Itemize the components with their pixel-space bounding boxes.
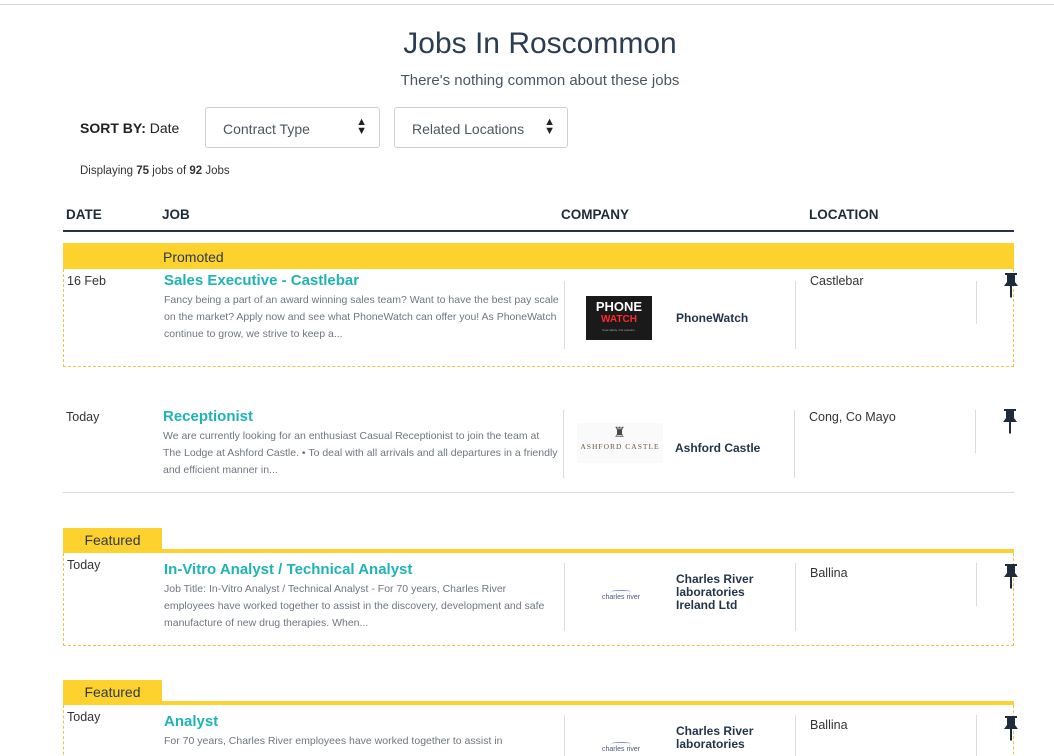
wave-mark-icon — [611, 590, 631, 593]
pin-icon[interactable] — [1002, 563, 1020, 589]
column-divider — [564, 563, 565, 631]
select-arrows-icon: ▲ ▼ — [356, 116, 367, 137]
job-description: We are currently looking for an enthusia… — [163, 430, 558, 476]
page-title: Jobs In Roscommon — [403, 27, 677, 60]
pin-icon[interactable] — [1002, 272, 1020, 298]
job-date: 16 Feb — [67, 274, 106, 288]
job-title-link[interactable]: Analyst — [164, 713, 218, 730]
promoted-label: Promoted — [163, 249, 224, 265]
top-divider — [0, 4, 1054, 5]
column-divider — [976, 715, 977, 756]
company-name[interactable]: Charles River laboratories Ireland Ltd — [676, 573, 786, 612]
job-row[interactable]: 16 Feb Sales Executive - Castlebar Fancy… — [63, 269, 1018, 367]
job-date: Today — [67, 558, 101, 572]
job-row[interactable]: Today Analyst For 70 years, Charles Rive… — [63, 705, 1018, 756]
contract-type-label: Contract Type — [223, 121, 310, 137]
column-divider — [976, 563, 977, 606]
results-count: Displaying 75 jobs of 92 Jobs — [80, 165, 230, 177]
job-title-link[interactable]: Sales Executive - Castlebar — [164, 272, 359, 289]
column-divider — [564, 715, 565, 756]
sort-by[interactable]: SORT BY: Date — [80, 120, 179, 136]
column-divider — [794, 410, 795, 478]
column-divider — [563, 410, 564, 478]
company-name[interactable]: PhoneWatch — [676, 312, 786, 325]
pin-icon[interactable] — [1002, 715, 1020, 741]
header-location[interactable]: LOCATION — [809, 207, 879, 222]
job-description: Job Title: In-Vitro Analyst / Technical … — [164, 583, 545, 629]
promoted-banner: Promoted — [63, 243, 1014, 269]
sort-by-value[interactable]: Date — [150, 120, 180, 136]
table-header: DATE JOB COMPANY LOCATION — [63, 205, 1014, 232]
related-locations-label: Related Locations — [412, 121, 525, 137]
featured-badge: Featured — [63, 528, 162, 550]
job-location: Ballina — [810, 718, 848, 732]
job-location: Cong, Co Mayo — [809, 410, 896, 424]
job-row[interactable]: Today Receptionist We are currently look… — [63, 405, 1017, 493]
column-divider — [795, 281, 796, 349]
company-name[interactable]: Ashford Castle — [675, 442, 785, 455]
castle-crest-icon: ♜ — [613, 426, 627, 441]
job-title-link[interactable]: In-Vitro Analyst / Technical Analyst — [164, 561, 412, 578]
contract-type-select[interactable]: Contract Type ▲ ▼ — [205, 107, 380, 148]
column-divider — [795, 715, 796, 756]
page-subtitle: There's nothing common about these jobs — [400, 72, 680, 89]
job-location: Ballina — [810, 566, 848, 580]
header-company[interactable]: COMPANY — [561, 207, 629, 222]
sort-by-label: SORT BY: — [80, 120, 146, 136]
job-date: Today — [66, 410, 100, 424]
column-divider — [975, 410, 976, 453]
company-name[interactable]: Charles River laboratories — [676, 725, 786, 751]
column-divider — [795, 563, 796, 631]
job-date: Today — [67, 710, 101, 724]
job-description: For 70 years, Charles River employees ha… — [164, 735, 503, 747]
header-job[interactable]: JOB — [162, 207, 190, 222]
wave-mark-icon — [611, 742, 631, 745]
header-date[interactable]: DATE — [66, 207, 102, 222]
company-logo[interactable]: charles river — [586, 727, 656, 756]
pin-icon[interactable] — [1001, 408, 1019, 434]
company-logo[interactable]: PHONE WATCH Feel safety. Our passion. — [586, 296, 652, 340]
select-arrows-icon: ▲ ▼ — [544, 116, 555, 137]
company-logo[interactable]: charles river — [586, 575, 656, 615]
related-locations-select[interactable]: Related Locations ▲ ▼ — [394, 107, 568, 148]
job-location: Castlebar — [810, 274, 864, 288]
featured-badge: Featured — [63, 680, 162, 702]
job-description: Fancy being a part of an award winning s… — [164, 294, 559, 340]
column-divider — [976, 281, 977, 324]
company-logo[interactable]: ♜ ASHFORD CASTLE — [577, 423, 663, 463]
job-row[interactable]: Today In-Vitro Analyst / Technical Analy… — [63, 553, 1018, 646]
column-divider — [564, 281, 565, 349]
job-title-link[interactable]: Receptionist — [163, 408, 253, 425]
